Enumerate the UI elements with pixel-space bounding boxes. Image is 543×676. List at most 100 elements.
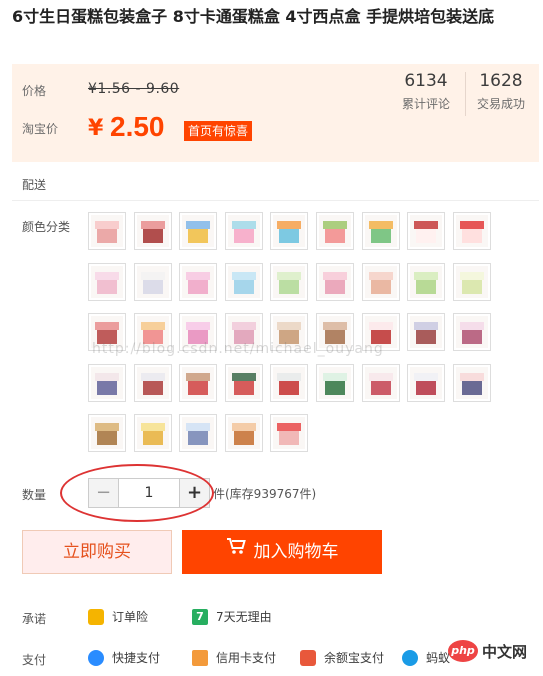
color-swatch[interactable]	[407, 313, 446, 351]
color-swatch[interactable]	[270, 212, 309, 250]
color-swatch[interactable]	[452, 262, 491, 301]
color-swatch[interactable]	[224, 363, 263, 402]
add-to-cart-label: 加入购物车	[253, 542, 339, 562]
swatch-image	[227, 215, 260, 247]
swatch-image	[364, 265, 397, 298]
promise-item-return[interactable]: 7 7天无理由	[192, 607, 272, 627]
highlight-ellipse	[60, 464, 214, 522]
swatch-image	[136, 215, 169, 247]
color-swatch[interactable]	[133, 414, 172, 452]
swatch-image	[455, 215, 488, 247]
swatch-image	[227, 417, 260, 449]
review-count-stat[interactable]: 6134 累计评论	[393, 70, 459, 112]
payment-item-label: 信用卡支付	[216, 651, 277, 665]
color-swatch[interactable]	[179, 212, 218, 250]
color-swatch[interactable]	[88, 414, 126, 452]
stock-text: 件(库存939767件)	[213, 487, 317, 501]
color-swatch[interactable]	[179, 414, 218, 452]
swatch-image	[319, 366, 351, 399]
sales-count: 1628	[479, 71, 523, 91]
color-swatch[interactable]	[224, 262, 263, 301]
color-swatch[interactable]	[361, 363, 400, 402]
seven-day-return-icon: 7	[192, 609, 208, 625]
color-swatch[interactable]	[133, 212, 172, 250]
payment-quick[interactable]: 快捷支付	[88, 648, 160, 668]
swatch-image	[410, 316, 443, 348]
color-swatch[interactable]	[224, 212, 263, 250]
payment-label: 支付	[22, 653, 47, 667]
color-swatch[interactable]	[270, 414, 309, 452]
color-swatch[interactable]	[179, 363, 218, 402]
swatch-image	[455, 366, 488, 399]
delivery-label: 配送	[22, 178, 47, 192]
ant-icon	[402, 650, 418, 666]
site-logo: php 中文网	[448, 640, 527, 662]
php-logo-text: 中文网	[482, 642, 528, 661]
swatch-image	[182, 265, 215, 298]
color-swatch[interactable]	[452, 313, 491, 351]
swatch-image	[182, 366, 215, 399]
color-swatch[interactable]	[316, 212, 354, 250]
color-swatch[interactable]	[133, 262, 172, 301]
swatch-image	[136, 366, 169, 399]
swatch-image	[227, 366, 260, 399]
color-swatch[interactable]	[270, 262, 309, 301]
swatch-image	[319, 265, 351, 298]
payment-ant[interactable]: 蚂蚁	[402, 648, 450, 668]
swatch-image	[91, 417, 123, 449]
color-swatch[interactable]	[224, 414, 263, 452]
price-label: 价格	[22, 84, 47, 98]
color-swatch[interactable]	[407, 262, 446, 301]
promise-label: 承诺	[22, 612, 47, 626]
credit-card-icon	[192, 650, 208, 666]
currency-symbol: ¥	[88, 116, 104, 141]
swatch-image	[182, 417, 215, 449]
color-swatch[interactable]	[179, 262, 218, 301]
quantity-label: 数量	[22, 488, 47, 502]
swatch-image	[273, 417, 306, 449]
swatch-image	[227, 265, 260, 298]
promise-item-label: 7天无理由	[216, 610, 272, 624]
swatch-image	[319, 215, 351, 247]
promo-tag[interactable]: 首页有惊喜	[184, 121, 253, 141]
swatch-image	[136, 417, 169, 449]
add-to-cart-button[interactable]: 加入购物车	[182, 530, 382, 574]
payment-credit[interactable]: 信用卡支付	[192, 648, 276, 668]
color-swatch[interactable]	[316, 262, 354, 301]
promise-item-insurance[interactable]: 订单险	[88, 607, 148, 627]
color-swatch[interactable]	[407, 363, 446, 402]
swatch-image	[455, 265, 488, 298]
swatch-image	[410, 366, 443, 399]
cart-icon	[226, 528, 246, 572]
color-swatch[interactable]	[133, 363, 172, 402]
color-swatch[interactable]	[452, 363, 491, 402]
swatch-image	[182, 215, 215, 247]
swatch-image	[91, 215, 123, 247]
payment-item-label: 余额宝支付	[324, 651, 385, 665]
buy-now-button[interactable]: 立即购买	[22, 530, 172, 574]
color-swatch[interactable]	[88, 262, 126, 301]
original-price-range: ¥1.56 - 9.60	[88, 81, 180, 97]
swatch-image	[273, 265, 306, 298]
color-swatch[interactable]	[452, 212, 491, 250]
payment-yuebao[interactable]: 余额宝支付	[300, 648, 384, 668]
quick-pay-icon	[88, 650, 104, 666]
color-swatch[interactable]	[316, 363, 354, 402]
swatch-image	[91, 265, 123, 298]
swatch-image	[364, 215, 397, 247]
price-panel: 价格 ¥1.56 - 9.60 淘宝价 ¥ 2.50 首页有惊喜 6134 累计…	[12, 64, 539, 162]
sales-count-stat[interactable]: 1628 交易成功	[468, 70, 534, 112]
swatch-image	[364, 366, 397, 399]
color-category-label: 颜色分类	[22, 220, 71, 234]
payment-item-label: 蚂蚁	[426, 651, 451, 665]
swatch-image	[410, 215, 443, 247]
color-swatch[interactable]	[88, 363, 126, 402]
color-swatch[interactable]	[361, 212, 400, 250]
color-swatch[interactable]	[361, 262, 400, 301]
color-swatch[interactable]	[407, 212, 446, 250]
payment-item-label: 快捷支付	[112, 651, 161, 665]
color-swatch[interactable]	[270, 363, 309, 402]
color-swatch[interactable]	[88, 212, 126, 250]
review-count-label: 累计评论	[401, 97, 450, 111]
swatch-image	[455, 316, 488, 348]
